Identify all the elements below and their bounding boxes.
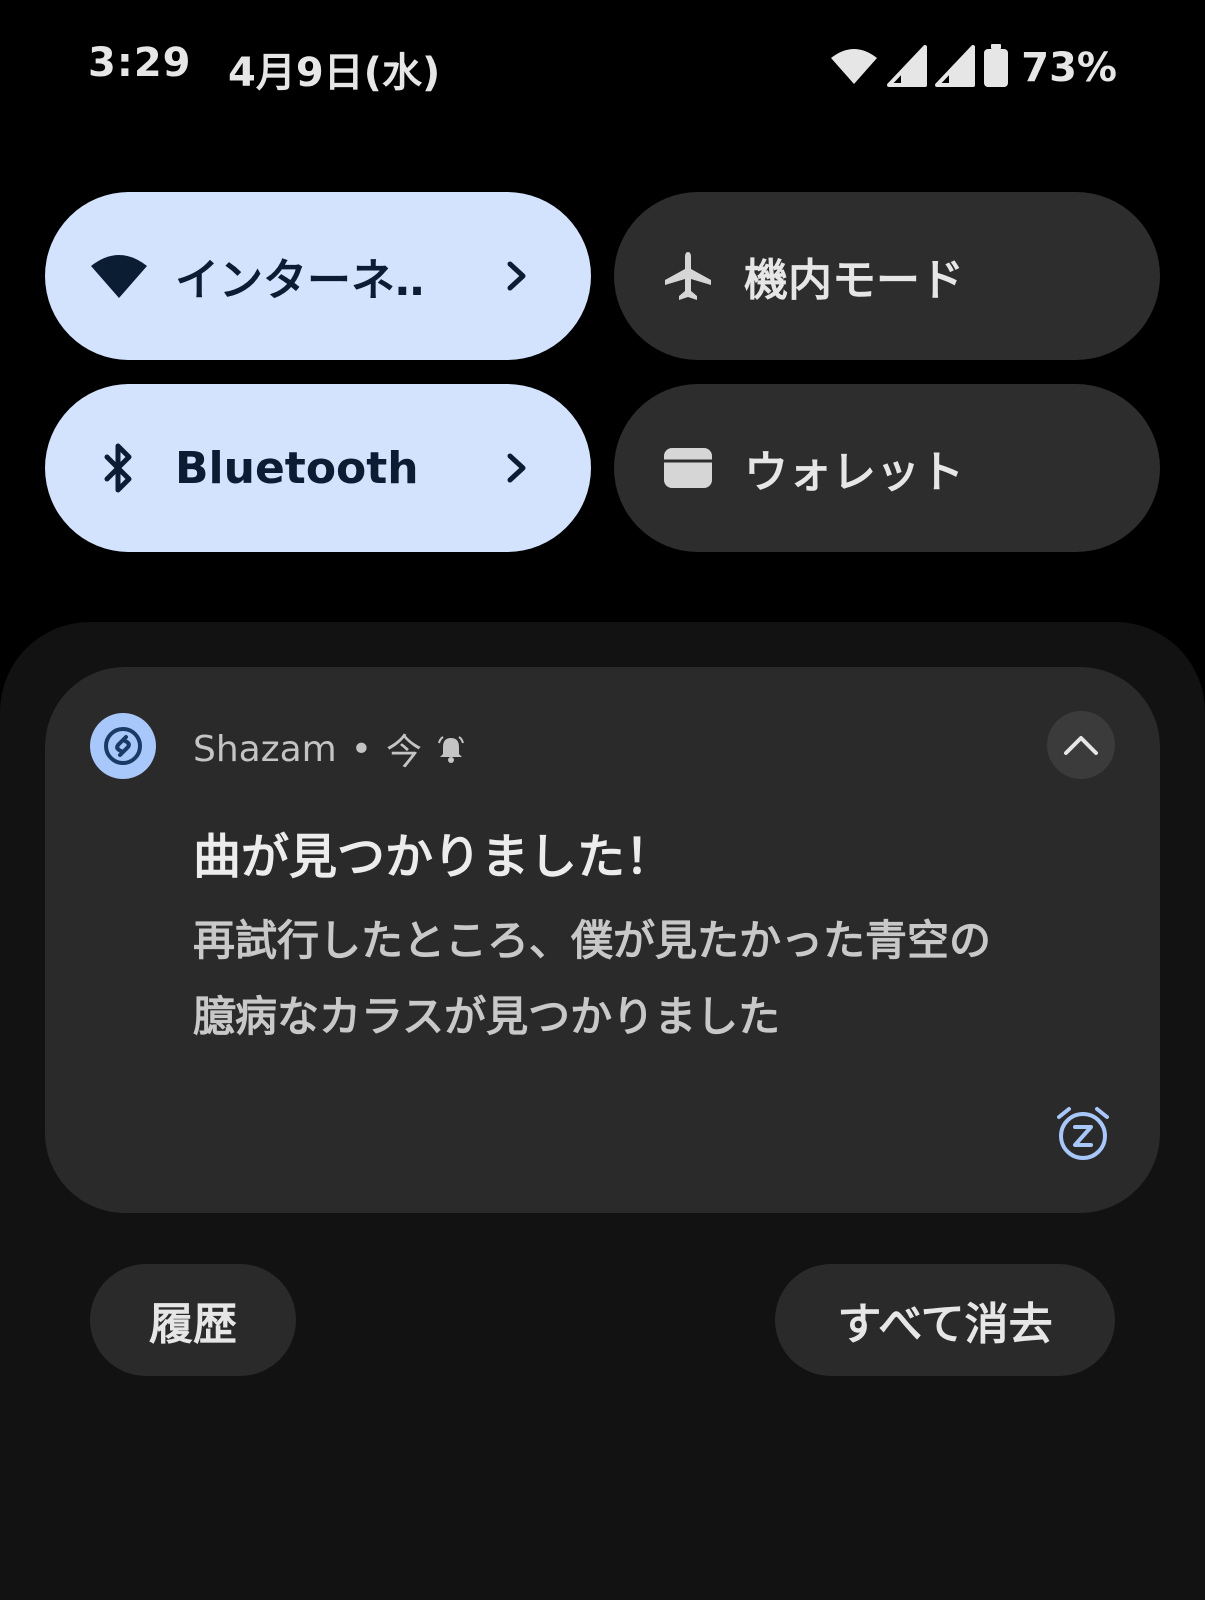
snooze-icon[interactable] [1051, 1101, 1115, 1165]
airplane-icon [658, 246, 718, 306]
status-bar: 3:29 4月9日(水) 73% [0, 0, 1205, 140]
notification-card[interactable]: Shazam • 今 曲が見つかりました！ 再試行したところ、僕が見たかった青空… [45, 667, 1160, 1213]
battery-icon [983, 44, 1009, 92]
tile-internet[interactable]: インターネ‥ [45, 192, 591, 360]
notification-title: 曲が見つかりました！ [193, 829, 674, 885]
tile-airplane-label: 機内モード [744, 255, 964, 306]
wallet-icon [658, 438, 718, 498]
notification-app-name: Shazam [193, 728, 337, 770]
wifi-icon [89, 246, 149, 306]
signal-icon [935, 45, 976, 91]
clear-all-button[interactable]: すべて消去 [775, 1264, 1115, 1376]
notification-body-line: 再試行したところ、僕が見たかった青空の [193, 916, 992, 965]
signal-icon [887, 45, 928, 91]
bell-icon [436, 734, 466, 764]
bluetooth-icon [89, 438, 149, 498]
header-separator: • [350, 728, 372, 770]
status-icons: 73% [829, 36, 1117, 100]
chevron-up-icon [1064, 736, 1098, 755]
collapse-button[interactable] [1047, 711, 1115, 779]
chevron-right-icon[interactable] [487, 246, 547, 306]
tile-wallet[interactable]: ウォレット [614, 384, 1160, 552]
notification-body-line: 臆病なカラスが見つかりました [193, 992, 781, 1041]
notification-header: Shazam • 今 [193, 723, 466, 775]
tile-airplane-mode[interactable]: 機内モード [614, 192, 1160, 360]
notification-body: 再試行したところ、僕が見たかった青空の 臆病なカラスが見つかりました [193, 903, 1093, 1055]
tile-bluetooth-label: Bluetooth [175, 442, 419, 494]
tile-bluetooth[interactable]: Bluetooth [45, 384, 591, 552]
chevron-right-icon[interactable] [487, 438, 547, 498]
shazam-icon [90, 713, 156, 779]
status-time: 3:29 [88, 40, 192, 86]
tile-wallet-label: ウォレット [744, 447, 964, 498]
status-date: 4月9日(水) [228, 50, 441, 96]
history-button[interactable]: 履歴 [90, 1264, 296, 1376]
tile-internet-label: インターネ‥ [175, 255, 425, 306]
notification-time: 今 [386, 732, 423, 773]
battery-percent: 73% [1021, 45, 1117, 91]
wifi-icon [829, 46, 879, 90]
